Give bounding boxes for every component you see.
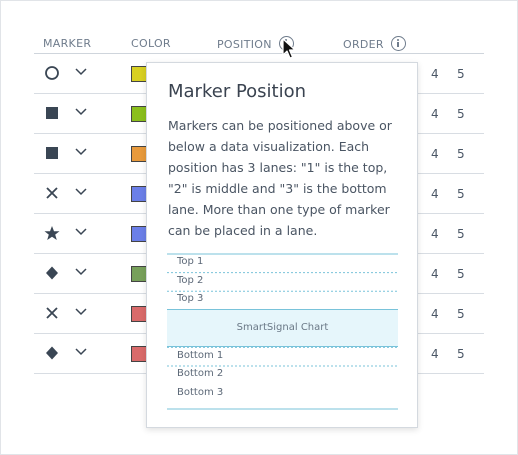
color-swatch[interactable] (131, 226, 147, 242)
diamond-icon (46, 266, 58, 280)
header-marker: MARKER (43, 37, 91, 50)
order-value-1: 4 (431, 67, 439, 81)
order-value-2: 5 (457, 347, 465, 361)
square-icon (46, 107, 58, 119)
square-icon (46, 147, 58, 159)
color-swatch[interactable] (131, 266, 147, 282)
table-header: MARKER COLOR POSITION ORDER (34, 28, 484, 54)
chevron-down-icon[interactable] (74, 267, 88, 277)
color-swatch[interactable] (131, 306, 147, 322)
lane-top-3: Top 3 (167, 290, 398, 309)
lane-bottom-3-label: Bottom 3 (177, 386, 224, 398)
chevron-down-icon[interactable] (74, 307, 88, 317)
lane-bottom-3: Bottom 3 (167, 384, 398, 403)
color-swatch[interactable] (131, 106, 147, 122)
order-value-1: 4 (431, 267, 439, 281)
order-value-2: 5 (457, 267, 465, 281)
chevron-down-icon[interactable] (74, 347, 88, 357)
chevron-down-icon[interactable] (74, 187, 88, 197)
order-value-1: 4 (431, 347, 439, 361)
order-value-1: 4 (431, 307, 439, 321)
color-swatch[interactable] (131, 146, 147, 162)
lane-bottom-2: Bottom 2 (167, 365, 398, 384)
lane-top-2-label: Top 2 (177, 274, 204, 286)
order-value-2: 5 (457, 107, 465, 121)
header-order-label: ORDER (343, 38, 384, 51)
lane-top-1-label: Top 1 (177, 256, 204, 267)
header-order: ORDER (343, 36, 406, 52)
chevron-down-icon[interactable] (74, 67, 88, 77)
star-icon (44, 226, 60, 240)
lane-top-2: Top 2 (167, 272, 398, 291)
order-value-1: 4 (431, 107, 439, 121)
chevron-down-icon[interactable] (74, 107, 88, 117)
order-info-icon[interactable] (390, 36, 406, 51)
header-position-label: POSITION (217, 38, 272, 51)
chart-area-label: SmartSignal Chart (236, 321, 329, 333)
chart-area: SmartSignal Chart (167, 308, 398, 347)
order-value-2: 5 (457, 187, 465, 201)
circle-outline-icon (45, 66, 59, 80)
order-value-2: 5 (457, 227, 465, 241)
lane-top-3-label: Top 3 (177, 293, 204, 305)
x-icon (46, 307, 58, 319)
tooltip-title: Marker Position (168, 81, 307, 102)
x-icon (46, 187, 58, 199)
color-swatch[interactable] (131, 66, 147, 82)
mouse-cursor-icon (282, 38, 296, 59)
order-value-2: 5 (457, 307, 465, 321)
chevron-down-icon[interactable] (74, 147, 88, 157)
lane-bottom-1-label: Bottom 1 (177, 349, 224, 361)
header-color-label: COLOR (131, 37, 171, 50)
color-swatch[interactable] (131, 186, 147, 202)
order-value-1: 4 (431, 227, 439, 241)
color-swatch[interactable] (131, 346, 147, 362)
header-color: COLOR (131, 37, 171, 50)
lane-top-1: Top 1 (167, 253, 398, 272)
order-value-1: 4 (431, 147, 439, 161)
order-value-1: 4 (431, 187, 439, 201)
header-marker-label: MARKER (43, 37, 92, 50)
lane-diagram: Top 1 Top 2 Top 3 SmartSignal Chart Bott… (167, 253, 398, 403)
order-value-2: 5 (457, 147, 465, 161)
chevron-down-icon[interactable] (74, 227, 88, 237)
lane-bottom-1: Bottom 1 (167, 347, 398, 366)
diamond-icon (46, 346, 58, 360)
tooltip-body: Markers can be positioned above or below… (168, 118, 392, 238)
marker-position-tooltip: Marker Position Markers can be positione… (146, 62, 418, 428)
lane-bottom-2-label: Bottom 2 (177, 368, 224, 380)
order-value-2: 5 (457, 67, 465, 81)
